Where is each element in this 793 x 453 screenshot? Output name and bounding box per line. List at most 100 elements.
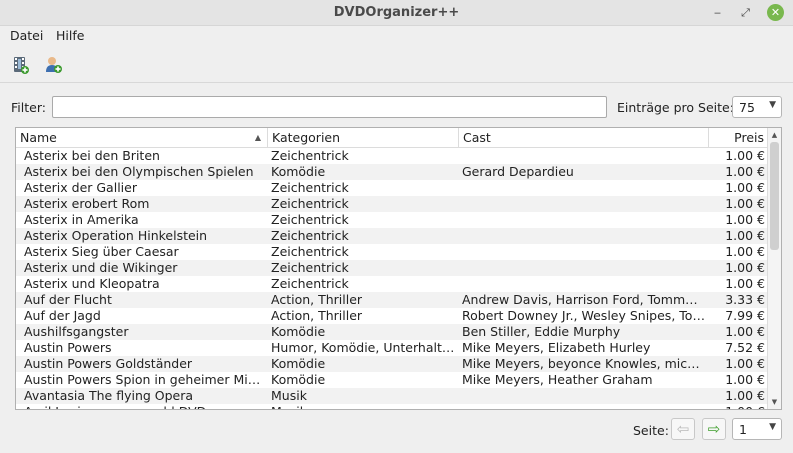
table-row[interactable]: Asterix Operation Hinkelstein Zeichentric… (16, 228, 768, 244)
cell-preis: 1.00 € (725, 244, 765, 259)
cell-name: Asterix der Gallier (24, 180, 137, 195)
cell-name: Auf der Flucht (24, 292, 112, 307)
cell-kategorien: Zeichentrick (271, 196, 349, 211)
table-row[interactable]: Auf der Jagd Action, Thriller Robert Downe… (16, 308, 768, 324)
cell-name: Austin Powers (24, 340, 112, 355)
cell-kategorien: Zeichentrick (271, 244, 349, 259)
cell-name: Asterix in Amerika (24, 212, 139, 227)
cell-preis: 1.00 € (725, 388, 765, 403)
cell-kategorien: Komödie (271, 164, 326, 179)
dvd-table: Name ▲ Kategorien Cast Preis Asterix bei… (15, 127, 782, 410)
cell-kategorien: Zeichentrick (271, 212, 349, 227)
next-page-button[interactable]: ⇨ (702, 418, 726, 440)
entries-per-page-select[interactable]: 75 ▼ (732, 96, 782, 118)
previous-page-button[interactable]: ⇦ (671, 418, 695, 440)
column-header-name[interactable]: Name ▲ (16, 128, 268, 147)
table-row[interactable]: Austin Powers Humor, Komödie, Unterhaltun… (16, 340, 768, 356)
column-header-cast[interactable]: Cast (459, 128, 709, 147)
add-dvd-button[interactable] (10, 54, 32, 76)
cell-name: Avantasia The flying Opera (24, 388, 194, 403)
table-row[interactable]: Austin Powers Goldständer Komödie Mike Mey… (16, 356, 768, 372)
entries-per-page-label: Einträge pro Seite: (617, 100, 734, 115)
cell-cast: Gerard Depardieu (462, 164, 574, 179)
table-row[interactable]: Asterix bei den Olympischen Spielen Komöd… (16, 164, 768, 180)
scrollbar-thumb[interactable] (770, 142, 779, 250)
cell-cast: Andrew Davis, Harrison Ford, Tommy L... (462, 292, 705, 307)
scroll-up-icon[interactable]: ▲ (768, 129, 781, 141)
cell-preis: 1.00 € (725, 372, 765, 387)
cell-preis: 3.33 € (725, 292, 765, 307)
cell-kategorien: Zeichentrick (271, 260, 349, 275)
cell-preis: 1.00 € (709, 404, 765, 409)
cell-cast (462, 180, 705, 196)
cell-kategorien: Action, Thriller (271, 292, 363, 307)
cell-kategorien: Komödie (271, 372, 326, 387)
chevron-down-icon: ▼ (769, 422, 776, 432)
cell-preis: 1.00 € (725, 276, 765, 291)
close-button[interactable]: ✕ (767, 4, 784, 21)
cell-kategorien: Zeichentrick (271, 180, 349, 195)
table-header: Name ▲ Kategorien Cast Preis (16, 128, 768, 148)
table-row[interactable]: Asterix in Amerika Zeichentrick 1.00 € (16, 212, 768, 228)
table-row[interactable]: Avantasia The flying Opera Musik 1.00 € (16, 388, 768, 404)
cell-kategorien: Humor, Komödie, Unterhaltung (271, 340, 457, 355)
table-row[interactable]: Austin Powers Spion in geheimer Missi...… (16, 372, 768, 388)
table-row[interactable]: Asterix und die Wikinger Zeichentrick 1.00… (16, 260, 768, 276)
cell-cast (462, 212, 705, 228)
cell-name: Asterix und die Wikinger (24, 260, 178, 275)
cell-cast (462, 260, 705, 276)
cell-preis: 7.99 € (725, 308, 765, 323)
cell-kategorien: Zeichentrick (271, 148, 349, 163)
cell-cast: Mike Meyers, Heather Graham (462, 372, 653, 387)
page-select[interactable]: 1 ▼ (732, 418, 782, 440)
cell-name: Auf der Jagd (24, 308, 101, 323)
cell-name: Asterix Sieg über Caesar (24, 244, 179, 259)
table-row[interactable]: Asterix bei den Briten Zeichentrick 1.00 € (16, 148, 768, 164)
table-row[interactable]: Asterix Sieg über Caesar Zeichentrick 1.00… (16, 244, 768, 260)
menu-datei[interactable]: Datei (10, 27, 43, 44)
sort-ascending-icon: ▲ (254, 133, 261, 142)
cell-preis: 1.00 € (725, 212, 765, 227)
scroll-down-icon[interactable]: ▼ (768, 396, 781, 408)
cell-name: Asterix erobert Rom (24, 196, 150, 211)
vertical-scrollbar[interactable]: ▲ ▼ (767, 128, 781, 409)
table-row[interactable]: Auf der Flucht Action, Thriller Andrew Dav… (16, 292, 768, 308)
cell-preis: 1.00 € (725, 196, 765, 211)
cell-name: Asterix und Kleopatra (24, 276, 160, 291)
maximize-button[interactable]: ⤢ (737, 4, 754, 21)
cell-kategorien: Zeichentrick (271, 228, 349, 243)
filter-input[interactable] (52, 96, 607, 118)
cell-kategorien: Musik (271, 388, 307, 403)
page-select-value: 1 (739, 422, 747, 437)
table-row[interactable]: Avril Lavigne - my world DVD Musik 1.00 € (16, 404, 768, 409)
cell-cast (462, 404, 705, 409)
minimize-button[interactable]: ‒ (709, 4, 726, 21)
table-row[interactable]: Asterix erobert Rom Zeichentrick 1.00 € (16, 196, 768, 212)
cell-cast (462, 148, 705, 164)
cell-cast: Robert Downey Jr., Wesley Snipes, Tom... (462, 308, 705, 323)
cell-preis: 7.52 € (725, 340, 765, 355)
table-row[interactable]: Asterix und Kleopatra Zeichentrick 1.00 € (16, 276, 768, 292)
cell-kategorien: Musik (271, 404, 457, 409)
cell-preis: 1.00 € (725, 356, 765, 371)
cell-cast: Ben Stiller, Eddie Murphy (462, 324, 621, 339)
column-header-kategorien[interactable]: Kategorien (268, 128, 459, 147)
cell-kategorien: Komödie (271, 356, 326, 371)
film-add-icon (14, 57, 29, 74)
cell-kategorien: Zeichentrick (271, 276, 349, 291)
cell-cast: Mike Meyers, Elizabeth Hurley (462, 340, 651, 355)
cell-preis: 1.00 € (725, 260, 765, 275)
add-person-button[interactable] (43, 54, 65, 76)
title-bar: DVDOrganizer++ ‒ ⤢ ✕ (0, 0, 793, 26)
cell-preis: 1.00 € (725, 324, 765, 339)
menu-hilfe[interactable]: Hilfe (56, 27, 84, 44)
window-title: DVDOrganizer++ (333, 5, 460, 20)
table-row[interactable]: Asterix der Gallier Zeichentrick 1.00 € (16, 180, 768, 196)
table-row[interactable]: Aushilfsgangster Komödie Ben Stiller, Eddi… (16, 324, 768, 340)
column-header-preis[interactable]: Preis (709, 128, 768, 147)
cell-preis: 1.00 € (725, 228, 765, 243)
cell-kategorien: Komödie (271, 324, 326, 339)
page-label: Seite: (633, 423, 669, 438)
cell-name: Austin Powers Goldständer (24, 356, 193, 371)
cell-kategorien: Action, Thriller (271, 308, 363, 323)
